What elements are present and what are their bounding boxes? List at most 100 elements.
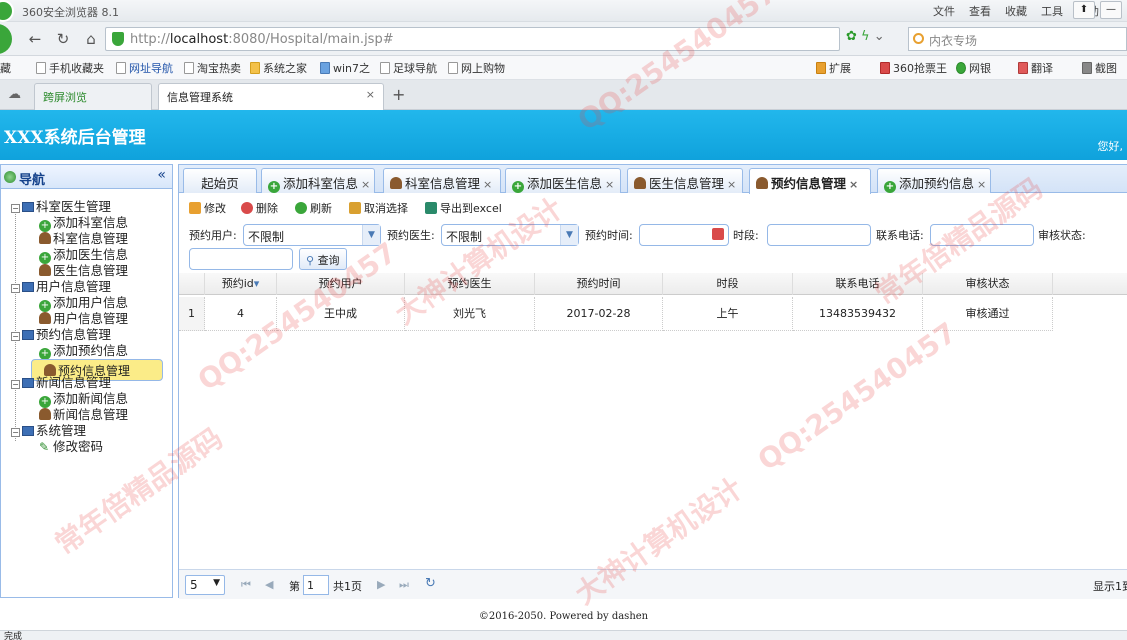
- nav-sidebar: 导航 « − 科室医生管理 + 添加科室信息 科室信息管理 + 添加医生信息 医生信息…: [0, 164, 173, 598]
- filter-time-label: 预约时间:: [585, 229, 633, 242]
- sort-desc-icon: ▾: [253, 277, 260, 290]
- menu-view[interactable]: 查看: [969, 3, 991, 19]
- next-page-icon[interactable]: ▶: [377, 578, 385, 591]
- column-header[interactable]: 预约id▾: [205, 273, 277, 295]
- pin-icon[interactable]: ⬆: [1073, 1, 1095, 19]
- close-icon[interactable]: ×: [977, 178, 986, 191]
- fav-item[interactable]: win7之: [320, 60, 370, 76]
- menu-tools[interactable]: 工具: [1041, 3, 1063, 19]
- edit-button[interactable]: 修改: [189, 200, 226, 216]
- search-box[interactable]: 内衣专场: [908, 27, 1127, 51]
- filter-status-input[interactable]: [189, 248, 293, 270]
- back-icon[interactable]: ←: [24, 28, 46, 50]
- fav-item[interactable]: 手机收藏夹: [36, 60, 104, 76]
- close-tab-icon[interactable]: ×: [366, 88, 375, 101]
- tree-item-add-dept[interactable]: + 添加科室信息: [1, 215, 172, 232]
- fav-tool[interactable]: 网银: [956, 60, 991, 76]
- fav-item[interactable]: 淘宝热卖: [184, 60, 241, 76]
- fav-tool[interactable]: 翻译: [1018, 60, 1053, 76]
- tree-item-change-password[interactable]: ✎ 修改密码: [1, 439, 172, 455]
- filter-time-input[interactable]: [639, 224, 729, 246]
- tree-item-add-doctor[interactable]: + 添加医生信息: [1, 247, 172, 264]
- page-size-select[interactable]: 5 ▼: [185, 575, 225, 595]
- tree-group-dept[interactable]: − 科室医生管理: [1, 199, 172, 215]
- tab-home[interactable]: 起始页: [183, 168, 257, 193]
- refresh-icon[interactable]: ↻: [425, 576, 436, 591]
- page-number-input[interactable]: 1: [303, 575, 329, 595]
- lightning-icon[interactable]: ϟ: [861, 29, 870, 44]
- tree-item-doctor-manage[interactable]: 医生信息管理: [1, 263, 172, 279]
- globe-icon: [4, 171, 16, 183]
- last-page-icon[interactable]: ⏭: [399, 578, 409, 592]
- query-button[interactable]: ⚲ 查询: [299, 248, 347, 270]
- dropdown-icon[interactable]: ⌄: [874, 29, 885, 44]
- fav-tool[interactable]: 截图: [1082, 60, 1117, 76]
- close-icon[interactable]: ×: [483, 178, 492, 191]
- browser-tab-bar: ☁ 跨屏浏览 信息管理系统 × +: [0, 80, 1127, 110]
- prev-page-icon[interactable]: ◀: [265, 578, 273, 591]
- tree-group-user[interactable]: − 用户信息管理: [1, 279, 172, 295]
- tab-doctor-manage[interactable]: 医生信息管理 ×: [627, 168, 743, 193]
- collapse-icon[interactable]: «: [157, 167, 166, 183]
- tab-add-appt[interactable]: + 添加预约信息 ×: [877, 168, 991, 193]
- settings-icon[interactable]: ✿: [846, 29, 857, 44]
- column-header[interactable]: 联系电话: [793, 273, 923, 295]
- user-icon: [39, 312, 51, 324]
- home-icon[interactable]: ⌂: [80, 28, 102, 50]
- reload-icon[interactable]: ↻: [52, 28, 74, 50]
- close-icon[interactable]: ×: [605, 178, 614, 191]
- tree-group-news[interactable]: − 新闻信息管理: [1, 375, 172, 391]
- close-icon[interactable]: ×: [727, 178, 736, 191]
- first-page-icon[interactable]: ⏮: [241, 578, 251, 592]
- grid-toolbar: 修改 删除 刷新 取消选择 导出到excel: [179, 195, 1127, 219]
- refresh-button[interactable]: 刷新: [295, 200, 332, 216]
- url-bar[interactable]: http://localhost:8080/Hospital/main.jsp#: [105, 27, 840, 51]
- tree-item-news-manage[interactable]: 新闻信息管理: [1, 407, 172, 423]
- page-total: 共1页: [333, 580, 362, 593]
- fav-tool[interactable]: 360抢票王: [880, 60, 947, 76]
- column-header[interactable]: 预约医生: [405, 273, 535, 295]
- deselect-button[interactable]: 取消选择: [349, 200, 408, 216]
- tree-group-system[interactable]: − 系统管理: [1, 423, 172, 439]
- calendar-icon[interactable]: [712, 228, 724, 240]
- filter-user-select[interactable]: 不限制 ▼: [243, 224, 381, 246]
- tab-add-doctor[interactable]: + 添加医生信息 ×: [505, 168, 621, 193]
- new-tab-button[interactable]: +: [392, 85, 405, 104]
- tree-item-dept-manage[interactable]: 科室信息管理: [1, 231, 172, 247]
- tree-item-user-manage[interactable]: 用户信息管理: [1, 311, 172, 327]
- address-toolbar: ← ↻ ⌂ http://localhost:8080/Hospital/mai…: [0, 22, 1127, 56]
- fav-item[interactable]: 系统之家: [250, 60, 307, 76]
- tree-item-add-news[interactable]: + 添加新闻信息: [1, 391, 172, 408]
- menu-favorites[interactable]: 收藏: [1005, 3, 1027, 19]
- user-icon: [39, 408, 51, 420]
- tab-add-dept[interactable]: + 添加科室信息 ×: [261, 168, 375, 193]
- minimize-icon[interactable]: —: [1100, 1, 1122, 19]
- export-button[interactable]: 导出到excel: [425, 200, 502, 216]
- column-header[interactable]: 预约用户: [277, 273, 405, 295]
- tab-dept-manage[interactable]: 科室信息管理 ×: [383, 168, 501, 193]
- fav-tool[interactable]: 扩展: [816, 60, 851, 76]
- column-header[interactable]: 时段: [663, 273, 793, 295]
- filter-slot-input[interactable]: [767, 224, 871, 246]
- browser-tab-crossscreen[interactable]: 跨屏浏览: [34, 83, 152, 110]
- fav-item[interactable]: 网址导航: [116, 60, 173, 76]
- fav-item[interactable]: 藏: [0, 60, 11, 76]
- column-header[interactable]: 预约时间: [535, 273, 663, 295]
- tab-appt-manage[interactable]: 预约信息管理 ×: [749, 168, 871, 194]
- column-header[interactable]: 审核状态: [923, 273, 1053, 295]
- close-icon[interactable]: ×: [361, 178, 370, 191]
- table-row[interactable]: 1 4 王中成 刘光飞 2017-02-28 上午 13483539432 审核…: [179, 295, 1127, 331]
- menu-file[interactable]: 文件: [933, 3, 955, 19]
- tree-item-add-appt[interactable]: + 添加预约信息: [1, 343, 172, 360]
- fav-item[interactable]: 足球导航: [380, 60, 437, 76]
- browser-home-logo-icon[interactable]: [0, 24, 12, 54]
- fav-item[interactable]: 网上购物: [448, 60, 505, 76]
- cloud-icon[interactable]: ☁: [8, 87, 21, 102]
- filter-phone-input[interactable]: [930, 224, 1034, 246]
- browser-tab-main[interactable]: 信息管理系统 ×: [158, 83, 384, 110]
- tree-group-appt[interactable]: − 预约信息管理: [1, 327, 172, 343]
- delete-button[interactable]: 删除: [241, 200, 278, 216]
- filter-doctor-select[interactable]: 不限制 ▼: [441, 224, 579, 246]
- close-icon[interactable]: ×: [849, 178, 858, 191]
- tree-item-add-user[interactable]: + 添加用户信息: [1, 295, 172, 312]
